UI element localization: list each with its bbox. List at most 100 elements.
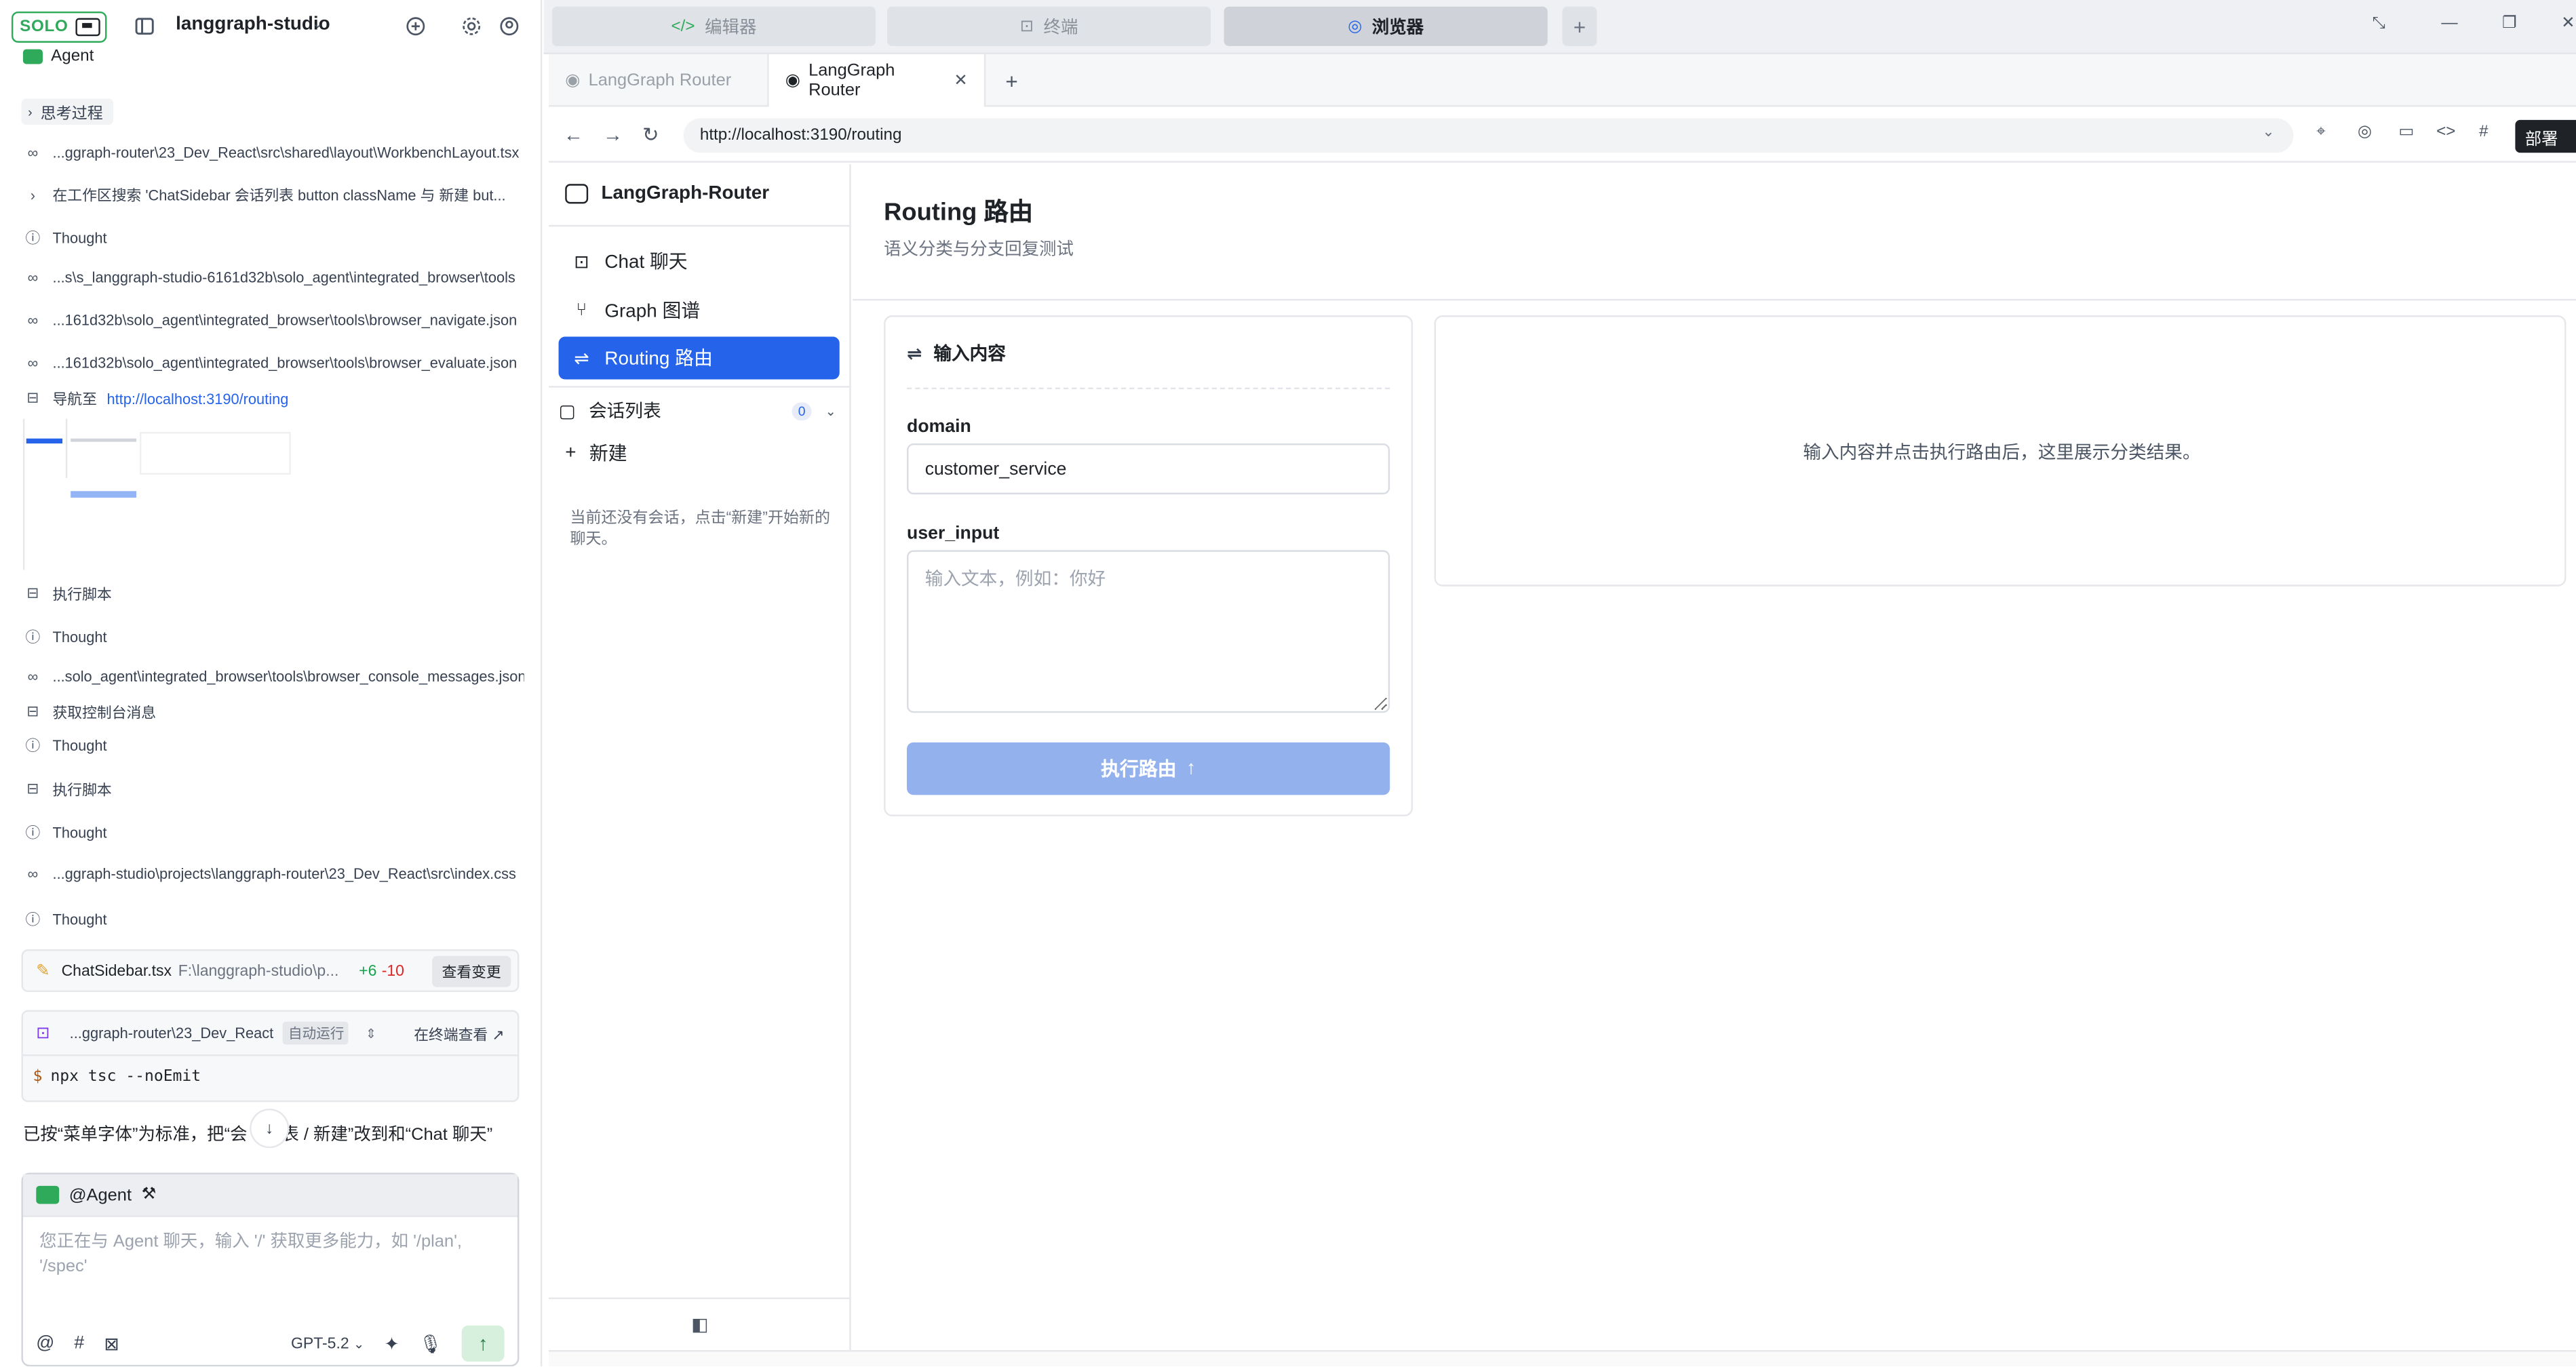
activity-item[interactable]: ∞ ...ggraph-studio\projects\langgraph-rou…	[23, 865, 524, 881]
address-bar[interactable]	[683, 118, 2294, 153]
activity-item[interactable]: ∞ ...161d32b\solo_agent\integrated_browse…	[23, 312, 524, 328]
image-icon[interactable]: ⊠	[104, 1333, 119, 1354]
page-header: Routing 路由 语义分类与分支回复测试	[853, 164, 2576, 301]
activity-item[interactable]: ⓘ Thought	[23, 821, 524, 842]
reload-icon[interactable]: ↻	[642, 123, 659, 146]
agent-label-text: Agent	[51, 47, 94, 66]
thumb-sidebar	[24, 418, 68, 478]
send-button[interactable]: ↑	[461, 1325, 505, 1362]
file-change-card[interactable]: ✎ ChatSidebar.tsx F:\langgraph-studio\p.…	[21, 949, 520, 993]
browser-tab-active[interactable]: ◉ LangGraph Router ✕	[767, 54, 986, 107]
activity-item[interactable]: ∞ ...ggraph-router\23_Dev_React\src\share…	[23, 144, 524, 161]
info-icon: ⓘ	[25, 911, 41, 928]
forward-arrow-icon[interactable]: →	[603, 123, 623, 146]
browser-tab-title: LangGraph Router	[808, 60, 895, 100]
chat-input[interactable]	[22, 1219, 518, 1318]
chevron-down-icon[interactable]: ⌄	[2262, 123, 2274, 142]
model-selector[interactable]: GPT-5.2 ⌄	[291, 1334, 364, 1353]
at-mention-icon[interactable]: @	[36, 1334, 54, 1353]
open-in-terminal-button[interactable]: 在终端查看 ↗	[414, 1023, 504, 1044]
composer-footer: @ # ⊠ GPT-5.2 ⌄ ✦ 🎙 ↑	[23, 1322, 518, 1365]
record-icon[interactable]: ◎	[2358, 123, 2372, 142]
close-tab-icon[interactable]: ✕	[954, 71, 967, 90]
new-browser-tab-button[interactable]: +	[989, 54, 1034, 107]
info-icon: ⓘ	[25, 629, 41, 646]
pointer-select-icon[interactable]: ⌖	[2316, 123, 2326, 142]
sidebar-toggle-icon[interactable]	[133, 15, 156, 38]
activity-item[interactable]: › 在工作区搜索 'ChatSidebar 会话列表 button classNa…	[23, 184, 524, 205]
project-name[interactable]: langgraph-studio	[176, 15, 330, 35]
activity-item[interactable]: ⓘ Thought	[23, 226, 524, 247]
route-icon: ⇌	[907, 344, 922, 364]
microphone-icon[interactable]: 🎙	[419, 1333, 442, 1354]
message-square-icon: ▢	[558, 401, 576, 422]
new-chat-icon[interactable]	[404, 15, 427, 38]
hash-icon[interactable]: #	[74, 1334, 84, 1353]
browser-tab-strip: ◉ LangGraph Router ◉ LangGraph Router ✕ …	[549, 54, 2576, 107]
collapse-sidebar-button[interactable]: ◧	[549, 1297, 851, 1351]
activity-item[interactable]: ⓘ Thought	[23, 908, 524, 929]
agent-icon	[36, 1185, 60, 1204]
solo-screen-icon	[75, 18, 100, 37]
auto-run-badge[interactable]: 自动运行	[283, 1021, 349, 1045]
restore-icon[interactable]: ❐	[2502, 15, 2517, 33]
activity-item[interactable]: ∞ ...161d32b\solo_agent\integrated_browse…	[23, 355, 524, 371]
add-tab-button[interactable]: +	[1562, 6, 1597, 46]
user-input-field[interactable]	[907, 550, 1390, 713]
browser-icon: ⊟	[26, 389, 39, 406]
activity-text: Thought	[52, 911, 107, 928]
activity-item[interactable]: ∞ ...solo_agent\integrated_browser\tools\…	[23, 669, 524, 685]
solo-badge[interactable]: SOLO	[11, 11, 106, 43]
nav-item-routing[interactable]: ⇌ Routing 路由	[558, 336, 840, 380]
settings-icon[interactable]	[460, 15, 483, 38]
close-icon[interactable]: ✕	[2561, 15, 2575, 33]
sparkle-icon[interactable]: ✦	[384, 1333, 399, 1354]
collapse-icon[interactable]: ⤡	[2373, 15, 2385, 33]
activity-text: 在工作区搜索 'ChatSidebar 会话列表 button classNam…	[52, 187, 506, 204]
activity-item[interactable]: ⊟ 导航至 http://localhost:3190/routing	[23, 388, 524, 409]
activity-item[interactable]: ⓘ Thought	[23, 626, 524, 647]
activity-item[interactable]: ⊟ 获取控制台消息	[23, 701, 524, 722]
code-icon[interactable]: <>	[2436, 123, 2455, 142]
navigate-link[interactable]: http://localhost:3190/routing	[106, 390, 288, 406]
domain-field[interactable]	[907, 443, 1390, 495]
deploy-button[interactable]: 部署	[2515, 119, 2576, 153]
activity-item[interactable]: ∞ ...s\s_langgraph-studio-6161d32b\solo_a…	[23, 269, 524, 285]
agent-panel-header: SOLO langgraph-studio ⌄	[0, 0, 541, 53]
browser-tab[interactable]: ◉ LangGraph Router	[549, 54, 767, 107]
chevron-down-icon[interactable]: ⌄	[312, 16, 323, 31]
tab-terminal[interactable]: ⊡ 终端	[886, 6, 1211, 46]
composer-header: @Agent ⚒	[22, 1174, 518, 1217]
result-placeholder: 输入内容并点击执行路由后，这里展示分类结果。	[1803, 443, 2201, 464]
activity-text: Thought	[52, 628, 107, 645]
tools-icon[interactable]: ⚒	[142, 1186, 157, 1204]
model-name: GPT-5.2	[290, 1334, 349, 1353]
agent-mention[interactable]: @Agent	[69, 1185, 132, 1205]
sidebar-divider	[549, 224, 851, 227]
conversation-list-header[interactable]: ▢ 会话列表 0 ⌄	[559, 391, 840, 430]
scroll-to-bottom-button[interactable]: ↓	[250, 1108, 290, 1149]
code-icon: </>	[671, 17, 695, 36]
activity-item[interactable]: ⊟ 执行脚本	[23, 583, 524, 604]
run-routing-button[interactable]: 执行路由 ↑	[907, 742, 1390, 795]
thinking-process-toggle[interactable]: › 思考过程	[21, 98, 113, 125]
glasses-icon: ∞	[27, 355, 39, 372]
hash-icon[interactable]: #	[2479, 123, 2488, 142]
activity-item[interactable]: ⓘ Thought	[23, 734, 524, 755]
chevron-up-down-icon[interactable]: ⇕	[366, 1026, 376, 1041]
back-arrow-icon[interactable]: ←	[564, 123, 583, 146]
browser-icon: ⊟	[26, 585, 39, 601]
chevron-down-icon: ⌄	[825, 403, 836, 418]
device-icon[interactable]: ▭	[2398, 123, 2414, 142]
account-icon[interactable]	[498, 15, 521, 38]
tab-browser[interactable]: ◎ 浏览器	[1224, 6, 1548, 46]
activity-item[interactable]: ⊟ 执行脚本	[23, 778, 524, 799]
nav-item-graph[interactable]: ⑂ Graph 图谱	[559, 289, 840, 332]
new-conversation-button[interactable]: + 新建	[565, 440, 627, 467]
view-changes-button[interactable]: 查看变更	[432, 955, 511, 987]
minimize-icon[interactable]: —	[2441, 15, 2457, 33]
nav-item-chat[interactable]: ⊡ Chat 聊天	[559, 240, 840, 283]
app-brand: LangGraph-Router	[565, 184, 769, 204]
tab-editor[interactable]: </> 编辑器	[551, 6, 876, 46]
browser-screenshot-thumbnail[interactable]	[22, 418, 291, 570]
